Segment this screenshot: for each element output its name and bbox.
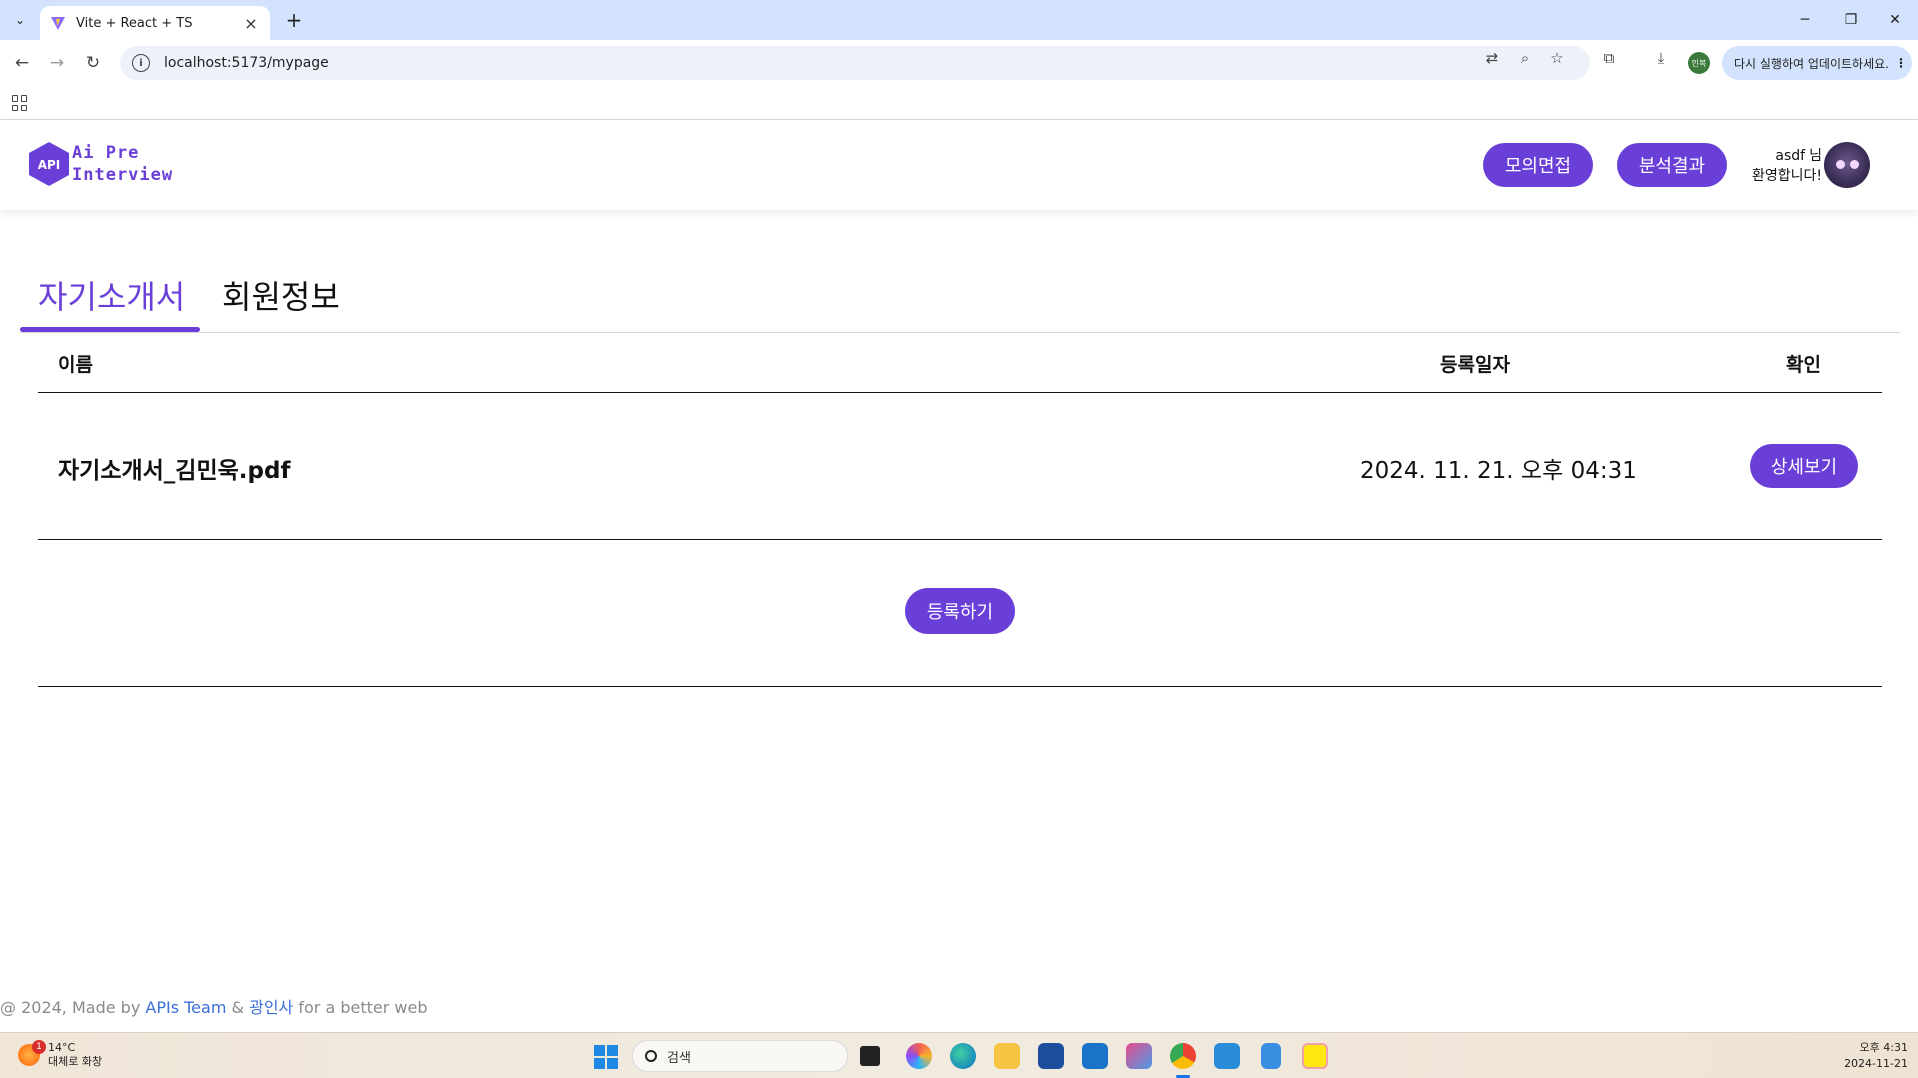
footer-prefix: @ 2024, Made by [0, 998, 141, 1017]
minimize-icon[interactable]: ─ [1782, 0, 1828, 40]
download-icon[interactable]: ⤓ [1649, 46, 1673, 70]
zoom-icon[interactable]: ⌕ [1513, 46, 1537, 70]
username: asdf [1775, 148, 1806, 164]
analysis-result-button[interactable]: 분석결과 [1617, 143, 1727, 187]
avatar-eye [1836, 160, 1845, 169]
menu-kebab-icon[interactable]: ⋮ [1895, 56, 1907, 70]
logo-line1: Ai Pre [72, 143, 140, 163]
url-text: localhost:5173/mypage [164, 55, 329, 71]
address-bar[interactable]: i localhost:5173/mypage [120, 46, 1590, 80]
register-button[interactable]: 등록하기 [905, 588, 1015, 634]
restore-icon[interactable]: ❐ [1828, 0, 1874, 40]
logo-line2: Interview [72, 165, 174, 185]
apps-grid-icon[interactable] [12, 95, 28, 111]
site-header: API Ai Pre Interview 모의면접 분석결과 asdf 님 환영… [0, 120, 1918, 210]
user-greeting: asdf 님 환영합니다! [1738, 146, 1822, 186]
copilot-icon[interactable] [906, 1043, 932, 1069]
view-detail-button[interactable]: 상세보기 [1750, 444, 1858, 488]
forward-icon[interactable]: → [45, 51, 69, 75]
close-window-icon[interactable]: ✕ [1872, 0, 1918, 40]
sun-icon: 1 [18, 1040, 46, 1066]
edge-icon[interactable] [950, 1043, 976, 1069]
footer-org-link[interactable]: 광인사 [249, 998, 293, 1017]
footer-team-link[interactable]: APIs Team [145, 998, 226, 1017]
weather-widget[interactable]: 1 14°C 대체로 화창 [18, 1040, 103, 1069]
clock-date: 2024-11-21 [1844, 1057, 1908, 1070]
site-info-icon[interactable]: i [132, 54, 150, 72]
logo-hexagon-icon: API [29, 142, 69, 186]
file-explorer-icon[interactable] [994, 1043, 1020, 1069]
vite-icon [51, 17, 65, 30]
tab-close-icon[interactable]: × [242, 14, 260, 33]
outlook-icon[interactable] [1082, 1043, 1108, 1069]
ms-store-icon[interactable] [1038, 1043, 1064, 1069]
notification-badge: 1 [32, 1040, 46, 1054]
reload-icon[interactable]: ↻ [81, 51, 105, 75]
temperature: 14°C [48, 1041, 76, 1054]
search-placeholder: 검색 [667, 1050, 691, 1066]
table-row: 자기소개서_김민욱.pdf 2024. 11. 21. 오후 04:31 상세보… [38, 394, 1882, 540]
notepad-icon[interactable] [1261, 1043, 1281, 1069]
search-icon [645, 1050, 657, 1062]
page: API Ai Pre Interview 모의면접 분석결과 asdf 님 환영… [0, 120, 1918, 1032]
bookmarks-bar [0, 86, 1918, 120]
register-area: 등록하기 [38, 541, 1882, 687]
document-name: 자기소개서_김민욱.pdf [58, 458, 291, 484]
browser-tab[interactable]: Vite + React + TS × [40, 6, 270, 40]
windows-start-icon[interactable] [594, 1045, 618, 1069]
registered-date: 2024. 11. 21. 오후 04:31 [1360, 458, 1637, 484]
site-logo[interactable]: API Ai Pre Interview [28, 141, 173, 187]
avatar-eye [1850, 160, 1859, 169]
footer-amp: & [231, 998, 244, 1017]
column-header-name: 이름 [58, 354, 93, 376]
new-tab-icon[interactable]: + [282, 8, 306, 32]
mock-interview-button[interactable]: 모의면접 [1483, 143, 1593, 187]
extensions-icon[interactable]: ⧉ [1597, 46, 1621, 70]
logo-badge-text: API [38, 158, 61, 172]
tab-title: Vite + React + TS [76, 15, 193, 31]
back-icon[interactable]: ← [10, 51, 34, 75]
browser-tab-bar: ⌄ Vite + React + TS × + ─ ❐ ✕ [0, 0, 1918, 40]
site-footer: @ 2024, Made by APIs Team & 광인사 for a be… [0, 994, 427, 1018]
weather-desc: 대체로 화창 [48, 1055, 103, 1068]
column-header-confirm: 확인 [1786, 354, 1821, 376]
vscode-icon[interactable] [1214, 1043, 1240, 1069]
update-label: 다시 실행하여 업데이트하세요. [1734, 56, 1889, 71]
clock-time: 오후 4:31 [1859, 1041, 1908, 1054]
column-header-date: 등록일자 [1440, 354, 1510, 376]
translate-icon[interactable]: ⇄ [1480, 46, 1504, 70]
user-avatar[interactable] [1824, 142, 1870, 188]
welcome-text: 환영합니다! [1751, 168, 1822, 184]
bookmark-star-icon[interactable]: ☆ [1545, 46, 1569, 70]
tab-intro[interactable]: 자기소개서 [38, 272, 185, 332]
logo-text: Ai Pre Interview [72, 142, 173, 186]
taskbar: 1 14°C 대체로 화창 검색 오후 4:31 2024-11-21 [0, 1032, 1918, 1078]
footer-suffix: for a better web [298, 998, 428, 1017]
snipping-tool-icon[interactable] [1126, 1043, 1152, 1069]
browser-toolbar: ← → ↻ i localhost:5173/mypage ⇄ ⌕ ☆ ⧉ ⤓ … [0, 40, 1918, 86]
task-view-icon[interactable] [860, 1046, 880, 1066]
profile-avatar[interactable]: 인복 [1688, 52, 1710, 74]
taskbar-search[interactable]: 검색 [632, 1040, 848, 1072]
kakaotalk-icon[interactable] [1302, 1043, 1328, 1069]
table-header: 이름 등록일자 확인 [38, 333, 1882, 393]
chrome-icon[interactable] [1170, 1043, 1196, 1069]
update-button[interactable]: 다시 실행하여 업데이트하세요. ⋮ [1722, 46, 1912, 80]
honorific: 님 [1809, 148, 1822, 164]
system-clock[interactable]: 오후 4:31 2024-11-21 [1824, 1040, 1908, 1072]
tab-member-info[interactable]: 회원정보 [222, 272, 340, 332]
tab-list-chevron-icon[interactable]: ⌄ [7, 8, 33, 32]
